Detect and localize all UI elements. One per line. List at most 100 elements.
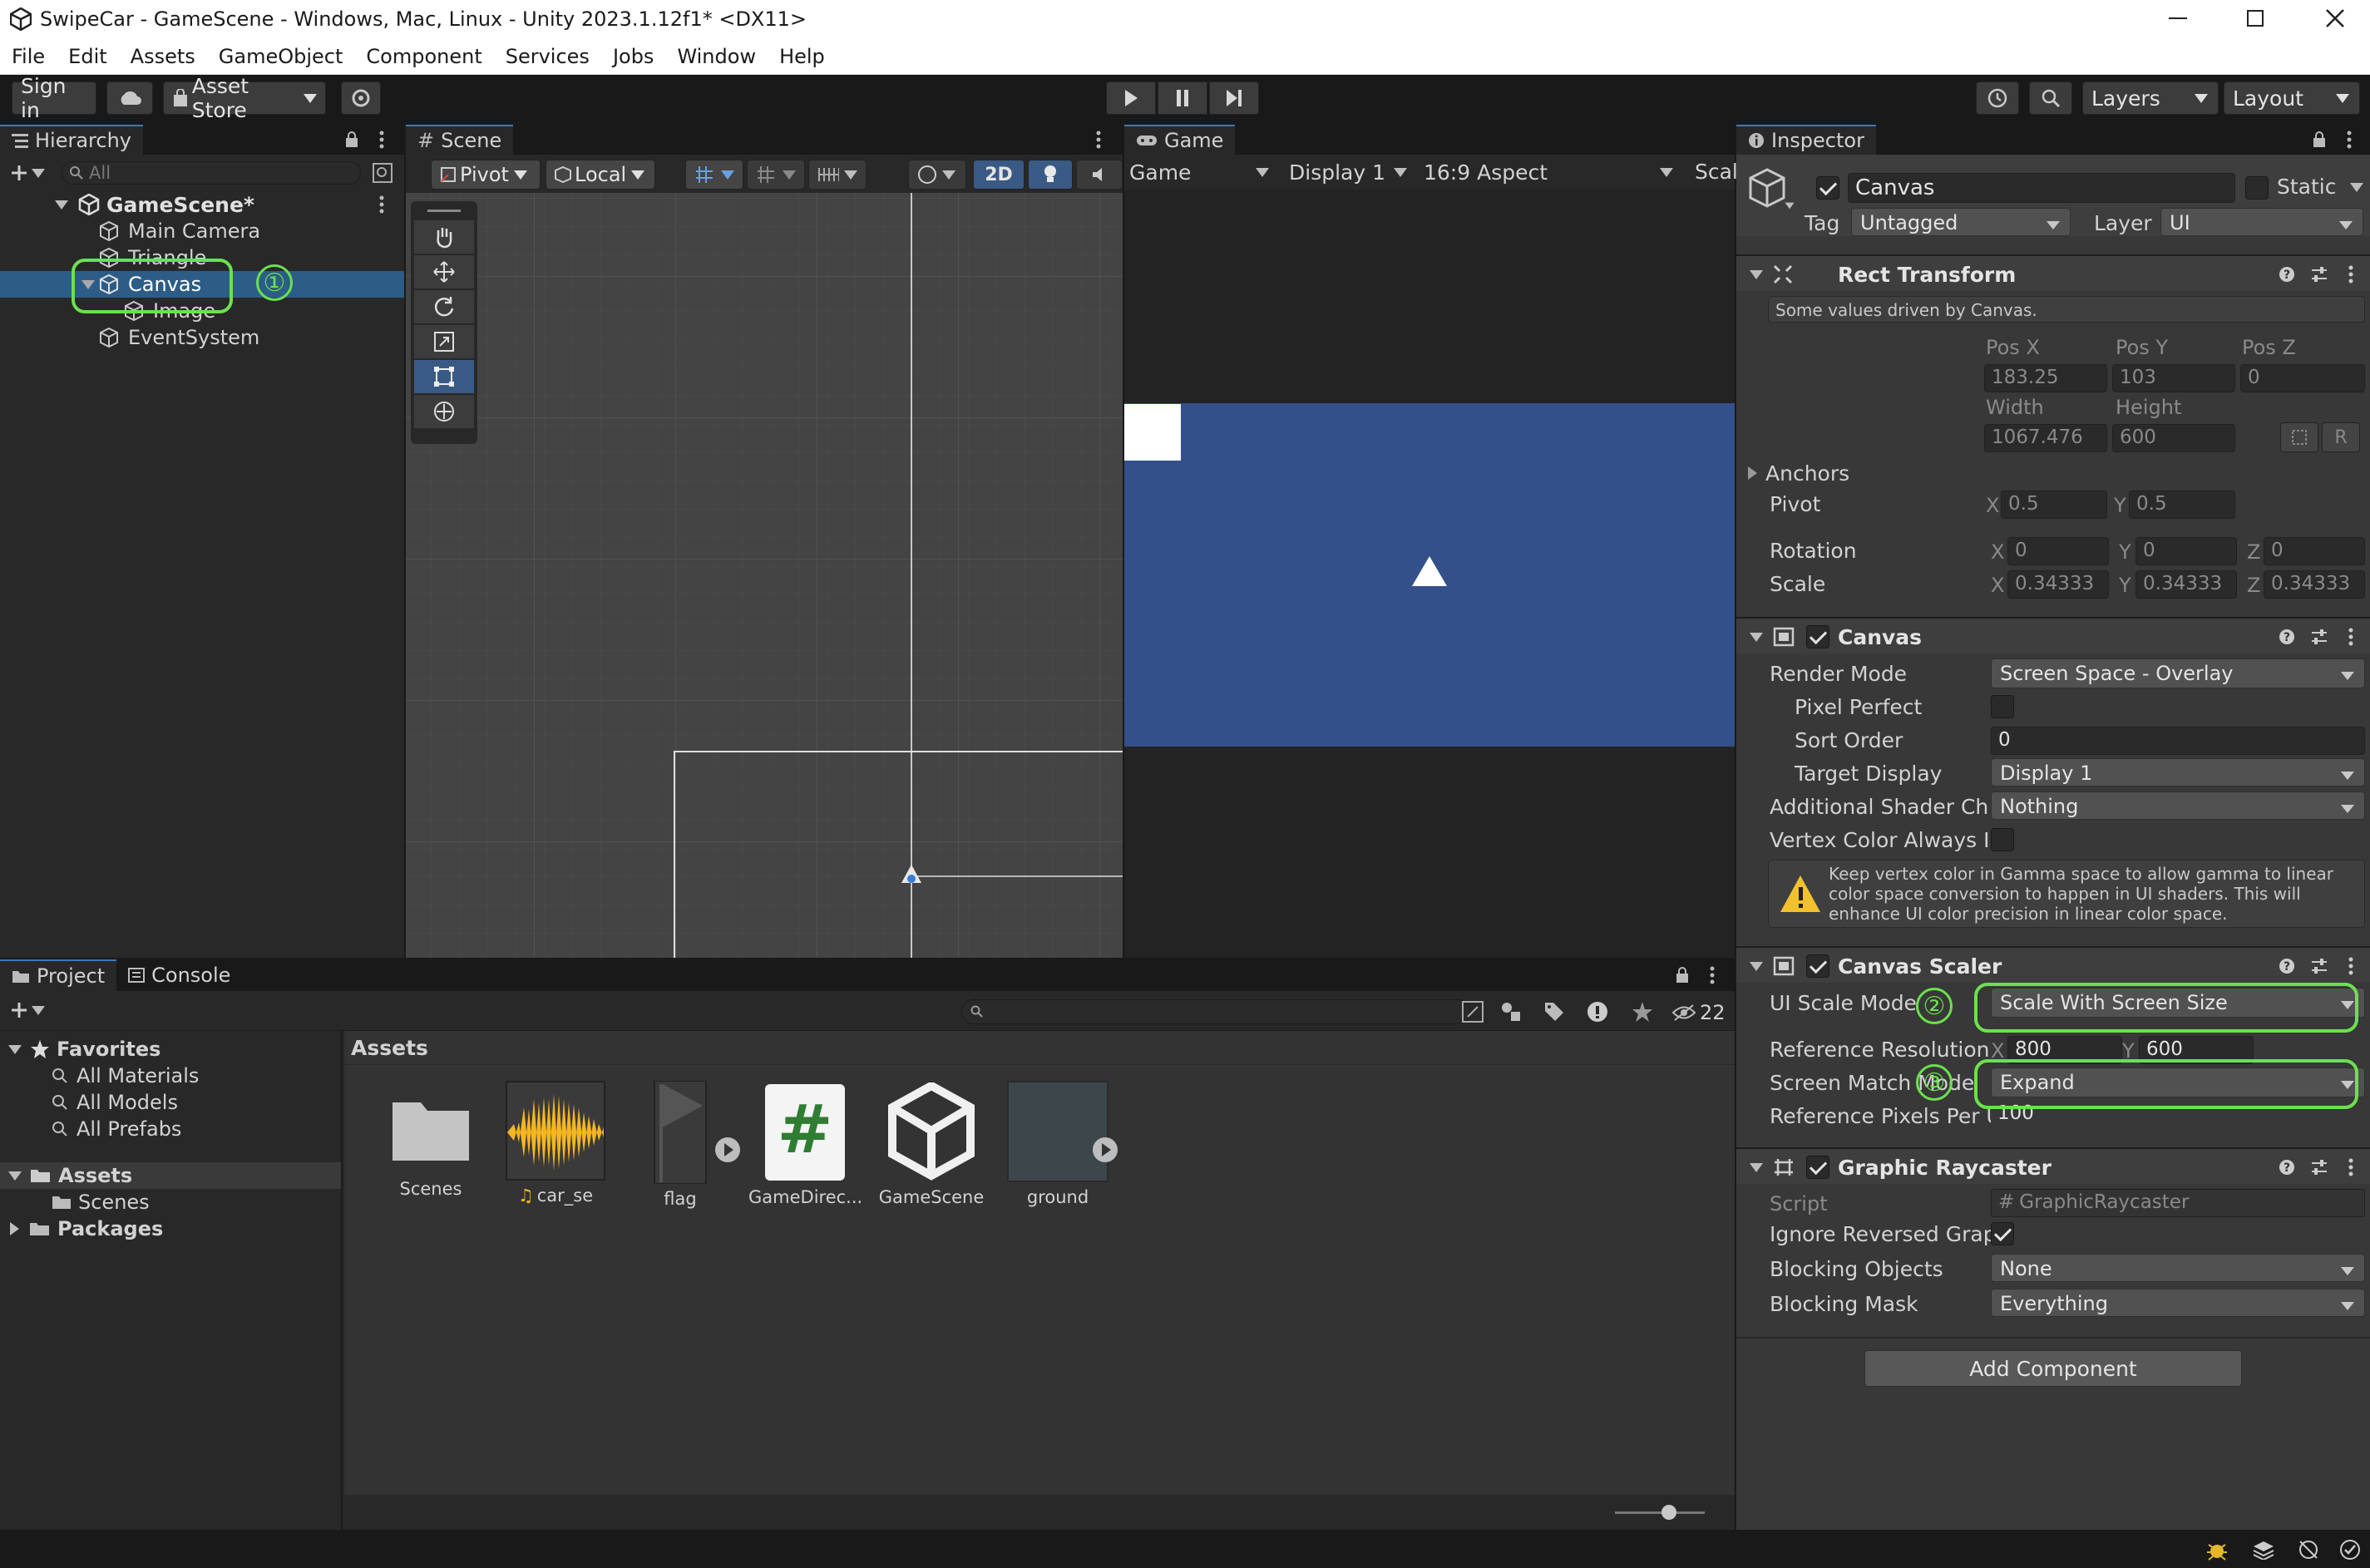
layout-dropdown[interactable]: Layout bbox=[2224, 81, 2360, 115]
kebab-menu-icon[interactable] bbox=[2348, 265, 2353, 284]
screen-match-mode-dropdown[interactable]: Expand bbox=[1991, 1068, 2365, 1097]
render-mode-dropdown[interactable]: Screen Space - Overlay bbox=[1991, 658, 2365, 688]
chevron-down-icon[interactable] bbox=[2350, 183, 2363, 192]
asset-scenes-folder[interactable]: Scenes bbox=[374, 1081, 487, 1214]
favorite-all-models[interactable]: All Models bbox=[52, 1089, 178, 1116]
hierarchy-search-input[interactable]: All bbox=[62, 161, 361, 185]
object-name-field[interactable]: Canvas bbox=[1848, 173, 2235, 203]
favorite-all-prefabs[interactable]: All Prefabs bbox=[52, 1116, 181, 1142]
increment-snap-button[interactable] bbox=[808, 160, 867, 190]
menu-component[interactable]: Component bbox=[366, 45, 481, 68]
raw-edit-button[interactable]: R bbox=[2322, 422, 2360, 452]
kebab-menu-icon[interactable] bbox=[1710, 966, 1715, 984]
canvas-scaler-enabled-checkbox[interactable] bbox=[1806, 954, 1829, 978]
rot-z-field[interactable]: 0 bbox=[2264, 537, 2365, 565]
tab-inspector[interactable]: Inspector bbox=[1736, 125, 1876, 155]
game-view-dropdown[interactable]: Game bbox=[1129, 158, 1276, 186]
search-by-scene-icon[interactable] bbox=[1462, 1001, 1484, 1023]
layer-dropdown[interactable]: UI bbox=[2160, 208, 2363, 236]
tab-console[interactable]: Console bbox=[116, 959, 242, 991]
pivot-y-field[interactable]: 0.5 bbox=[2129, 491, 2235, 519]
reference-resolution-x-field[interactable]: 800 bbox=[2007, 1036, 2122, 1064]
help-icon[interactable]: ? bbox=[2279, 1159, 2295, 1176]
tag-dropdown[interactable]: Untagged bbox=[1851, 208, 2071, 236]
undo-history-button[interactable] bbox=[1976, 81, 2019, 115]
ui-scale-mode-dropdown[interactable]: Scale With Screen Size bbox=[1991, 988, 2365, 1018]
asset-breadcrumb[interactable]: Assets bbox=[351, 1036, 428, 1060]
preset-sliders-icon[interactable] bbox=[2310, 958, 2328, 974]
rot-x-field[interactable]: 0 bbox=[2007, 537, 2109, 565]
asset-car-se-audio[interactable]: ♫ car_se bbox=[497, 1081, 614, 1214]
layers-stack-icon[interactable] bbox=[2252, 1540, 2275, 1560]
tab-hierarchy[interactable]: Hierarchy bbox=[0, 125, 144, 155]
kebab-menu-icon[interactable] bbox=[379, 131, 384, 149]
lock-icon[interactable] bbox=[2312, 131, 2327, 149]
scene-viewport[interactable] bbox=[406, 193, 1123, 958]
debug-bug-icon[interactable] bbox=[2205, 1538, 2229, 1561]
foldout-arrow-icon[interactable] bbox=[1750, 1163, 1763, 1172]
menu-services[interactable]: Services bbox=[506, 45, 590, 68]
menu-assets[interactable]: Assets bbox=[131, 45, 195, 68]
asset-gamescene[interactable]: GameScene bbox=[873, 1081, 990, 1214]
preset-sliders-icon[interactable] bbox=[2310, 266, 2328, 283]
foldout-arrow-icon[interactable] bbox=[1750, 633, 1763, 642]
grid-visibility-button[interactable] bbox=[747, 160, 805, 190]
tab-game[interactable]: Game bbox=[1124, 125, 1236, 155]
rotate-tool-button[interactable] bbox=[414, 290, 474, 323]
ignore-reversed-checkbox[interactable] bbox=[1991, 1222, 2014, 1245]
expand-arrow-icon[interactable] bbox=[55, 200, 68, 210]
scale-x-field[interactable]: 0.34333 bbox=[2007, 570, 2109, 599]
rect-transform-header[interactable]: Rect Transform ? bbox=[1736, 254, 2370, 291]
pivot-dropdown[interactable]: Pivot bbox=[431, 160, 541, 190]
lock-icon[interactable] bbox=[344, 131, 359, 149]
blocking-objects-dropdown[interactable]: None bbox=[1991, 1254, 2365, 1282]
hierarchy-item-triangle[interactable]: Triangle bbox=[0, 244, 404, 271]
menu-window[interactable]: Window bbox=[677, 45, 756, 68]
create-asset-button[interactable] bbox=[10, 1001, 45, 1019]
menu-jobs[interactable]: Jobs bbox=[613, 45, 654, 68]
move-tool-button[interactable] bbox=[414, 255, 474, 288]
raycaster-enabled-checkbox[interactable] bbox=[1806, 1156, 1829, 1179]
hierarchy-item-canvas[interactable]: Canvas bbox=[0, 271, 404, 298]
blocking-mask-dropdown[interactable]: Everything bbox=[1991, 1289, 2365, 1317]
network-off-icon[interactable] bbox=[2297, 1538, 2320, 1561]
grid-snap-button[interactable] bbox=[685, 160, 743, 190]
help-icon[interactable]: ? bbox=[2279, 266, 2295, 283]
lighting-button[interactable] bbox=[1028, 160, 1073, 190]
alert-icon[interactable] bbox=[1587, 1001, 1608, 1023]
height-field[interactable]: 600 bbox=[2112, 424, 2235, 452]
kebab-menu-icon[interactable] bbox=[1096, 131, 1101, 149]
asset-gamedirector-script[interactable]: # GameDirec... bbox=[748, 1081, 862, 1214]
preset-sliders-icon[interactable] bbox=[2310, 1159, 2328, 1176]
scale-y-field[interactable]: 0.34333 bbox=[2135, 570, 2237, 599]
icon-size-slider-thumb[interactable] bbox=[1661, 1505, 1676, 1520]
graphic-raycaster-header[interactable]: Graphic Raycaster ? bbox=[1736, 1147, 2370, 1184]
width-field[interactable]: 1067.476 bbox=[1984, 424, 2107, 452]
vertex-color-checkbox[interactable] bbox=[1991, 828, 2014, 851]
audio-button[interactable] bbox=[1076, 160, 1123, 190]
help-icon[interactable]: ? bbox=[2279, 958, 2295, 974]
expand-ground-button[interactable] bbox=[1093, 1137, 1118, 1162]
preset-sliders-icon[interactable] bbox=[2310, 629, 2328, 645]
tab-scene[interactable]: # Scene bbox=[406, 125, 514, 155]
draw-mode-button[interactable] bbox=[908, 160, 966, 190]
minimize-button[interactable] bbox=[2169, 17, 2187, 19]
hand-tool-button[interactable] bbox=[414, 220, 474, 254]
kebab-menu-icon[interactable] bbox=[2347, 131, 2352, 149]
rect-tool-button[interactable] bbox=[414, 360, 474, 393]
reference-resolution-y-field[interactable]: 600 bbox=[2139, 1036, 2254, 1064]
pos-y-field[interactable]: 103 bbox=[2112, 364, 2235, 392]
anchors-foldout[interactable]: Anchors bbox=[1748, 461, 1849, 486]
scene-search-icon[interactable] bbox=[373, 163, 393, 183]
local-dropdown[interactable]: Local bbox=[546, 160, 655, 190]
static-checkbox[interactable] bbox=[2245, 176, 2269, 200]
maximize-button[interactable] bbox=[2247, 10, 2264, 27]
expand-flag-button[interactable] bbox=[715, 1137, 740, 1162]
pixel-perfect-checkbox[interactable] bbox=[1991, 695, 2014, 718]
hierarchy-scene-row[interactable]: GameScene* bbox=[0, 191, 404, 218]
favorites-row[interactable]: Favorites bbox=[0, 1036, 160, 1063]
filter-by-type-icon[interactable] bbox=[1500, 1001, 1522, 1023]
check-circle-icon[interactable] bbox=[2338, 1538, 2362, 1561]
scenes-folder-row[interactable]: Scenes bbox=[52, 1189, 150, 1215]
foldout-arrow-icon[interactable] bbox=[1750, 270, 1763, 279]
